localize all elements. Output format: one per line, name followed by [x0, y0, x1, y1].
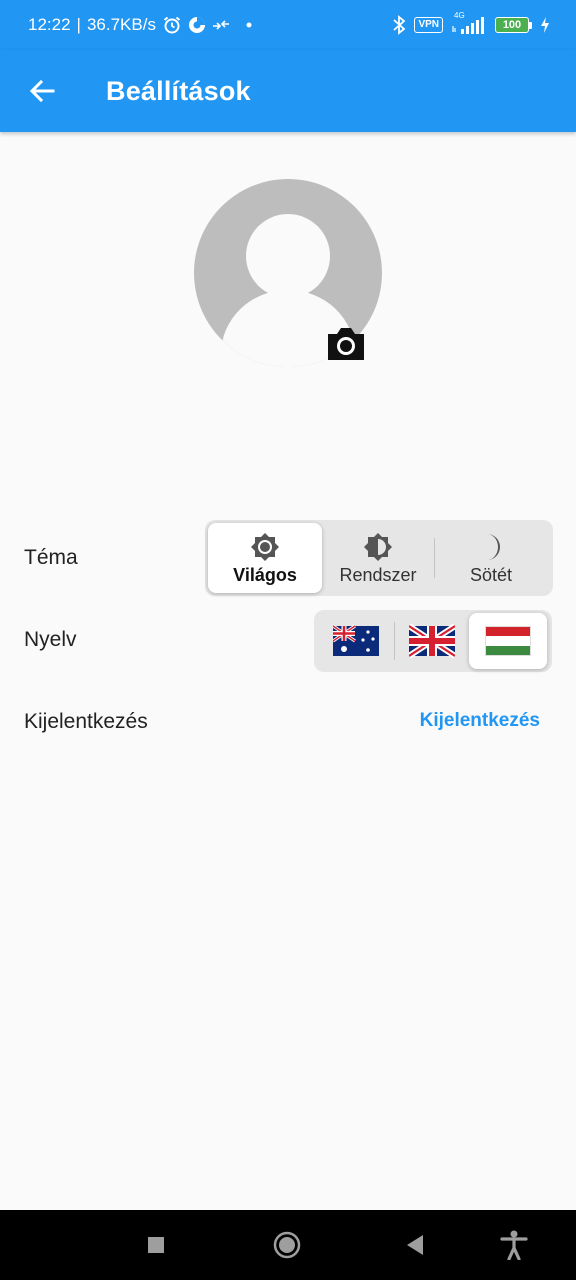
- theme-option-dark-label: Sötét: [469, 564, 513, 585]
- back-triangle-icon: [405, 1234, 425, 1256]
- flag-australia-icon: [332, 624, 379, 658]
- logout-button[interactable]: Kijelentkezés: [420, 710, 540, 732]
- accessibility-button[interactable]: [493, 1224, 535, 1266]
- moon-icon: [475, 531, 507, 563]
- language-selector: [314, 610, 552, 672]
- language-option-australia[interactable]: [317, 613, 394, 669]
- arrow-back-icon: [28, 77, 56, 105]
- network-type-label: 4G: [454, 11, 465, 20]
- sync-icon: [212, 15, 230, 35]
- language-option-english[interactable]: [395, 613, 469, 669]
- accessibility-icon: [500, 1230, 528, 1260]
- app-bar: Beállítások: [0, 50, 576, 132]
- battery-level: 100: [495, 17, 529, 33]
- nav-back-button[interactable]: [394, 1224, 436, 1266]
- auto-brightness-icon: [362, 531, 394, 563]
- alarm-icon: [162, 15, 182, 35]
- logout-label: Kijelentkezés: [24, 710, 148, 733]
- sun-icon: [249, 531, 281, 563]
- signal-icon: 4G: [451, 11, 487, 35]
- battery-icon: 100: [495, 17, 532, 33]
- charging-icon: [540, 15, 550, 35]
- theme-option-system-label: Rendszer: [339, 564, 417, 585]
- theme-option-light[interactable]: Világos: [208, 523, 322, 593]
- status-bar: 12:22 | 36.7KB/s VPN 4G 100: [0, 0, 576, 50]
- theme-label: Téma: [24, 546, 78, 569]
- flag-uk-icon: [409, 624, 455, 658]
- status-separator: |: [76, 15, 81, 34]
- recents-square-icon: [147, 1236, 165, 1254]
- dot-icon: [246, 15, 252, 35]
- change-photo-button[interactable]: [324, 324, 368, 364]
- system-nav-bar: [0, 1210, 576, 1280]
- home-button[interactable]: [266, 1224, 308, 1266]
- home-circle-icon: [273, 1231, 301, 1259]
- flag-hungary-icon: [485, 624, 531, 658]
- vpn-icon: VPN: [414, 17, 443, 33]
- camera-icon: [325, 326, 367, 362]
- language-option-hungarian[interactable]: [469, 613, 547, 669]
- theme-selector: Világos Rendszer Sötét: [205, 520, 553, 596]
- theme-option-light-label: Világos: [233, 564, 297, 585]
- status-time: 12:22: [28, 15, 71, 34]
- recents-button[interactable]: [135, 1224, 177, 1266]
- page-title: Beállítások: [106, 75, 251, 106]
- bluetooth-icon: [392, 15, 406, 35]
- data-saver-icon: [188, 15, 206, 35]
- language-label: Nyelv: [24, 628, 77, 651]
- status-speed: 36.7KB/s: [86, 15, 156, 34]
- theme-option-system[interactable]: Rendszer: [322, 523, 434, 593]
- back-button[interactable]: [12, 61, 72, 121]
- profile-avatar-section: [194, 179, 382, 367]
- theme-option-dark[interactable]: Sötét: [435, 523, 547, 593]
